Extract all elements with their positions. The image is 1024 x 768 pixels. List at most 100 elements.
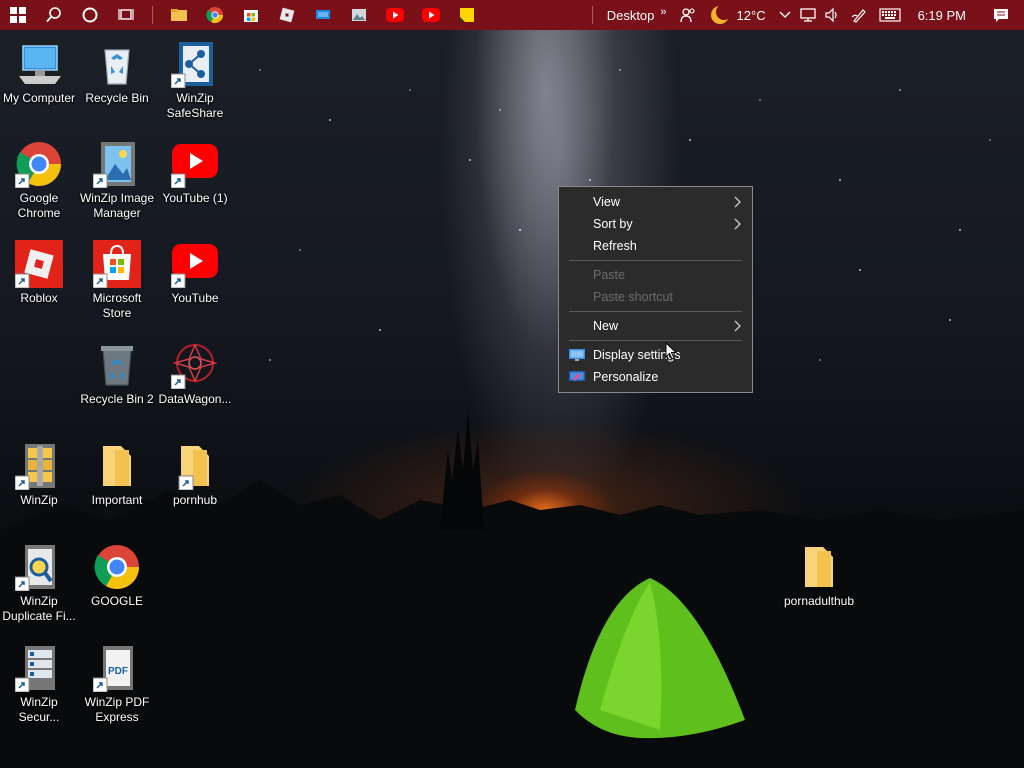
- datawagon-icon: [171, 343, 218, 389]
- chevron-right-icon: [734, 196, 741, 208]
- task-view-button[interactable]: [108, 0, 144, 30]
- network-button[interactable]: [796, 0, 820, 30]
- winzip-icon: [15, 444, 55, 490]
- search-button[interactable]: [36, 0, 72, 30]
- desktop-icon-winzip[interactable]: WinZip: [0, 442, 78, 508]
- desktop-icon-pornhub[interactable]: pornhub: [156, 442, 234, 508]
- svg-text:PDF: PDF: [108, 666, 128, 677]
- context-menu-new-label: New: [593, 319, 619, 333]
- context-menu-view[interactable]: View: [559, 191, 752, 213]
- taskbar-file-explorer[interactable]: [161, 0, 197, 30]
- context-menu-refresh-label: Refresh: [593, 239, 637, 253]
- folder-icon: [805, 547, 833, 587]
- keyboard-icon: [878, 8, 901, 22]
- desktop-icon-winzip-image-manager[interactable]: WinZip Image Manager: [78, 140, 156, 221]
- desktop-icon-label: pornadulthub: [783, 594, 855, 608]
- chrome-icon: [206, 7, 224, 24]
- folder-icon: [178, 446, 209, 490]
- desktop-icon-label: Recycle Bin: [85, 91, 149, 105]
- taskbar-youtube-1[interactable]: [377, 0, 413, 30]
- desktop-icon-winzip-safeshare[interactable]: WinZip SafeShare: [156, 40, 234, 121]
- taskbar-chrome[interactable]: [197, 0, 233, 30]
- cortana-button[interactable]: [72, 0, 108, 30]
- context-menu-personalize[interactable]: Personalize: [559, 366, 752, 388]
- task-view-icon: [118, 9, 134, 20]
- winzip-image-manager-icon: [93, 142, 135, 188]
- taskbar-app-blue[interactable]: [305, 0, 341, 30]
- desktop-icon-label: WinZip Secur...: [18, 695, 60, 724]
- mouse-cursor-icon: [665, 342, 677, 360]
- weather-button[interactable]: [705, 0, 735, 30]
- desktop-icon-my-computer[interactable]: My Computer: [0, 40, 78, 106]
- moon-icon: [710, 5, 730, 24]
- clock-time: 6:19 PM: [917, 7, 966, 23]
- desktop-icon-winzip-secure[interactable]: WinZip Secur...: [0, 644, 78, 725]
- taskbar-store[interactable]: [233, 0, 269, 30]
- people-icon: [679, 8, 695, 23]
- youtube-icon: [171, 144, 218, 188]
- context-menu-display-settings[interactable]: Display settings: [559, 344, 752, 366]
- windows-logo-icon: [10, 7, 26, 23]
- chrome-icon: [94, 545, 139, 589]
- store-icon: [244, 10, 258, 22]
- desktop-icon-winzip-duplicate-finder[interactable]: WinZip Duplicate Fi...: [0, 543, 78, 624]
- context-menu-paste-shortcut-label: Paste shortcut: [593, 290, 673, 304]
- context-menu-paste-label: Paste: [593, 268, 625, 282]
- recycle-bin-icon: [104, 49, 130, 85]
- start-button[interactable]: [0, 0, 36, 30]
- desktop-icon-google-chrome[interactable]: Google Chrome: [0, 140, 78, 221]
- desktop-icon-label: DataWagon...: [158, 392, 232, 406]
- winzip-safeshare-icon: [171, 42, 213, 88]
- desktop-icon-label: Important: [91, 493, 143, 507]
- pdf-icon: PDF: [93, 646, 133, 692]
- action-center-button[interactable]: [978, 0, 1024, 30]
- weather-temperature[interactable]: 12°C: [735, 0, 774, 30]
- taskbar-sticky-notes[interactable]: [449, 0, 485, 30]
- context-menu-sort-by-label: Sort by: [593, 217, 633, 231]
- chevron-right-icon: [734, 218, 741, 230]
- display-settings-icon: [569, 349, 585, 361]
- context-menu-refresh[interactable]: Refresh: [559, 235, 752, 257]
- context-menu-new[interactable]: New: [559, 315, 752, 337]
- taskbar-divider: [152, 6, 153, 24]
- desktop-icon-microsoft-store[interactable]: Microsoft Store: [78, 240, 156, 321]
- context-menu-separator: [569, 340, 742, 341]
- desktop-icon-label: Microsoft Store: [92, 291, 142, 320]
- desktop-icon-label: WinZip PDF Express: [84, 695, 150, 724]
- taskbar-roblox[interactable]: [269, 0, 305, 30]
- desktop-icon-recycle-bin-2[interactable]: Recycle Bin 2: [78, 341, 156, 407]
- desktop-icon-label: pornhub: [172, 493, 218, 507]
- folder-icon: [103, 446, 131, 486]
- context-menu-separator: [569, 311, 742, 312]
- monitor-app-icon: [316, 10, 330, 19]
- desktop-icon-important[interactable]: Important: [78, 442, 156, 508]
- taskbar-youtube-2[interactable]: [413, 0, 449, 30]
- desktop-icon-google[interactable]: GOOGLE: [78, 543, 156, 609]
- taskbar-photos[interactable]: [341, 0, 377, 30]
- touch-keyboard-button[interactable]: [874, 0, 906, 30]
- double-chevron-icon: »: [660, 6, 667, 18]
- desktop-icon-youtube-1[interactable]: YouTube (1): [156, 140, 234, 206]
- context-menu-sort-by[interactable]: Sort by: [559, 213, 752, 235]
- desktop-icon-winzip-pdf-express[interactable]: PDF WinZip PDF Express: [78, 644, 156, 725]
- desktop-icon-label: YouTube: [171, 291, 219, 305]
- volume-button[interactable]: [820, 0, 844, 30]
- desktop-icon-label: Google Chrome: [17, 191, 61, 220]
- pen-workspace-button[interactable]: [844, 0, 874, 30]
- photos-icon: [352, 9, 366, 21]
- desktop-icon-label: WinZip SafeShare: [166, 91, 224, 120]
- clock[interactable]: 6:19 PM: [906, 0, 978, 30]
- desktop-icon-roblox[interactable]: Roblox: [0, 240, 78, 306]
- people-button[interactable]: [671, 0, 705, 30]
- desktop-icon-youtube[interactable]: YouTube: [156, 240, 234, 306]
- desktop-context-menu: View Sort by Refresh Paste Paste shortcu…: [558, 186, 753, 393]
- winzip-secure-icon: [15, 646, 55, 692]
- speaker-icon: [824, 7, 837, 23]
- desktop-toolbar[interactable]: Desktop »: [603, 0, 671, 30]
- desktop-icon-label: WinZip Duplicate Fi...: [2, 594, 76, 623]
- context-menu-personalize-label: Personalize: [593, 370, 659, 384]
- desktop-icon-datawagon[interactable]: DataWagon...: [156, 341, 234, 407]
- desktop-icon-recycle-bin[interactable]: Recycle Bin: [78, 40, 156, 106]
- desktop-icon-pornadulthub[interactable]: pornadulthub: [780, 543, 858, 609]
- show-hidden-icons-button[interactable]: [774, 0, 796, 30]
